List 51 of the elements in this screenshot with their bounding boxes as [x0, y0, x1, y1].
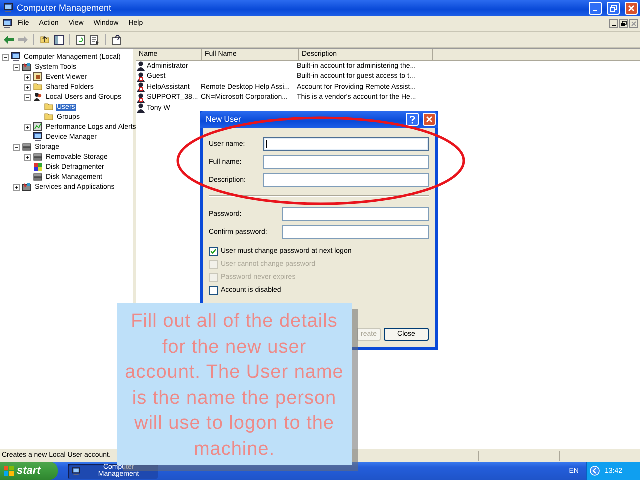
storage-icon — [22, 142, 32, 152]
checkbox[interactable] — [209, 246, 218, 256]
collapse-icon[interactable] — [13, 144, 20, 150]
help-icon[interactable] — [111, 34, 122, 45]
restore-icon — [620, 20, 626, 26]
storage-icon — [33, 172, 43, 182]
callout-text: Fill out all of the details for the new user account. The User name is the name the person will use to logon to the machine. — [117, 303, 352, 465]
chevron-icon[interactable] — [590, 466, 600, 476]
export-icon[interactable] — [89, 34, 100, 45]
collapse-icon[interactable] — [2, 54, 9, 60]
restore-button[interactable] — [619, 19, 628, 28]
help-button[interactable] — [406, 113, 419, 126]
expand-icon[interactable] — [24, 74, 31, 80]
restore-icon — [610, 4, 617, 12]
password-field[interactable] — [282, 225, 429, 239]
users-icon — [33, 92, 43, 102]
close-icon — [426, 116, 433, 123]
computer-icon — [3, 3, 14, 13]
refresh-icon[interactable] — [75, 34, 86, 45]
start-button[interactable]: start — [0, 462, 58, 480]
chart-icon — [33, 122, 43, 132]
computer-icon — [33, 132, 43, 142]
minimize-button[interactable] — [609, 19, 618, 28]
computer-icon — [72, 466, 81, 476]
up-folder-icon[interactable] — [39, 34, 50, 45]
expand-icon[interactable] — [24, 84, 31, 90]
storage-icon — [33, 152, 43, 162]
back-icon[interactable] — [3, 34, 14, 45]
dialog-title: New User — [206, 115, 242, 124]
expand-icon[interactable] — [24, 154, 31, 160]
tree-pane-icon[interactable] — [53, 34, 64, 45]
collapse-icon[interactable] — [24, 94, 31, 100]
close-icon — [630, 20, 636, 26]
help-icon — [409, 116, 416, 124]
checkbox[interactable] — [209, 286, 218, 294]
disk-icon — [33, 162, 43, 172]
window-title: Computer Management — [17, 3, 113, 13]
windows-flag-icon — [4, 466, 14, 476]
input-field[interactable] — [263, 173, 429, 187]
computer-icon — [11, 52, 21, 62]
expand-icon[interactable] — [13, 184, 20, 190]
input-field[interactable] — [263, 137, 429, 151]
tools-icon — [22, 62, 32, 72]
collapse-icon[interactable] — [13, 64, 20, 70]
input-field[interactable] — [263, 155, 429, 169]
tools-icon — [22, 182, 32, 192]
computer-icon[interactable] — [2, 18, 13, 28]
close-icon — [628, 4, 635, 12]
password-field[interactable] — [282, 207, 429, 221]
expand-icon[interactable] — [24, 124, 31, 130]
event-icon — [33, 72, 43, 82]
